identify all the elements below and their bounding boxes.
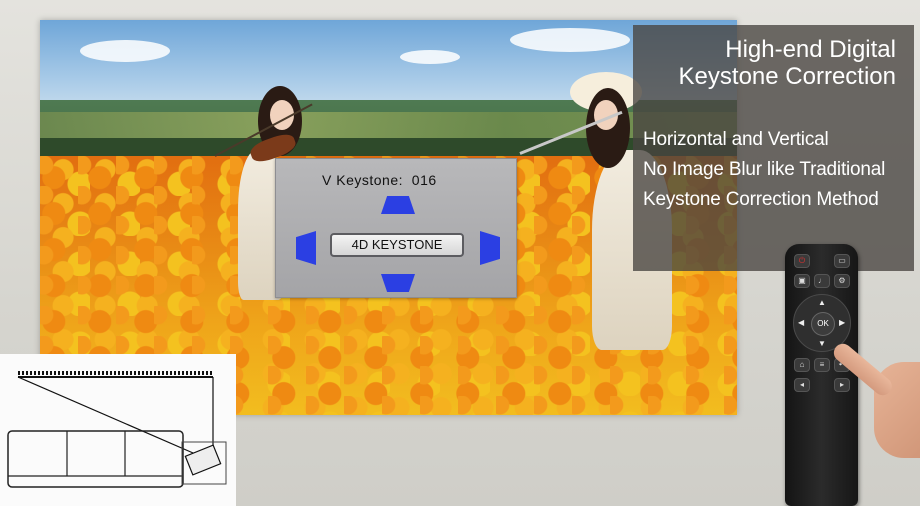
sofa bbox=[7, 430, 184, 488]
caption-title-line2: Keystone Correction bbox=[678, 63, 896, 90]
feature-line: Keystone Correction Method bbox=[643, 189, 879, 210]
power-icon[interactable]: ⏻ bbox=[794, 254, 810, 268]
input-source-icon[interactable]: ▭ bbox=[834, 254, 850, 268]
keystone-label: V Keystone: bbox=[322, 172, 403, 188]
up-arrow-icon[interactable]: ▲ bbox=[818, 298, 826, 307]
menu-icon[interactable]: ≡ bbox=[814, 358, 830, 372]
keystone-down-arrow[interactable] bbox=[381, 274, 415, 292]
volume-down-icon[interactable]: ◂ bbox=[794, 378, 810, 392]
diagram-drawing bbox=[7, 371, 227, 488]
keystone-right-arrow[interactable] bbox=[480, 231, 500, 265]
keystone-up-arrow[interactable] bbox=[381, 196, 415, 214]
home-icon[interactable]: ⌂ bbox=[794, 358, 810, 372]
keystone-readout: V Keystone: 016 bbox=[322, 172, 437, 188]
projector-icon bbox=[184, 444, 222, 476]
cloud bbox=[400, 50, 460, 64]
feature-line: No Image Blur like Traditional bbox=[643, 159, 886, 180]
right-arrow-icon[interactable]: ▶ bbox=[839, 318, 845, 327]
caption-title-line1: High-end Digital bbox=[725, 36, 896, 63]
keystone-value: 016 bbox=[411, 172, 437, 188]
down-arrow-icon[interactable]: ▼ bbox=[818, 339, 826, 348]
ok-button[interactable]: OK bbox=[811, 312, 835, 336]
keystone-mode-button[interactable]: 4D KEYSTONE bbox=[330, 233, 464, 257]
keystone-osd-panel: V Keystone: 016 4D KEYSTONE bbox=[275, 158, 517, 298]
feature-line: Horizontal and Vertical bbox=[643, 129, 829, 150]
settings-icon[interactable]: ⚙ bbox=[834, 274, 850, 288]
projection-beam-top bbox=[17, 376, 201, 457]
setup-diagram bbox=[0, 354, 236, 506]
cloud bbox=[80, 40, 170, 62]
tv-icon[interactable]: ▣ bbox=[794, 274, 810, 288]
keystone-left-arrow[interactable] bbox=[296, 231, 316, 265]
pointing-hand bbox=[830, 338, 920, 458]
left-arrow-icon[interactable]: ◀ bbox=[798, 318, 804, 327]
cloud bbox=[510, 28, 630, 52]
mic-icon[interactable]: ♩ bbox=[814, 274, 830, 288]
feature-caption-panel: High-end Digital Keystone Correction Hor… bbox=[633, 25, 914, 271]
